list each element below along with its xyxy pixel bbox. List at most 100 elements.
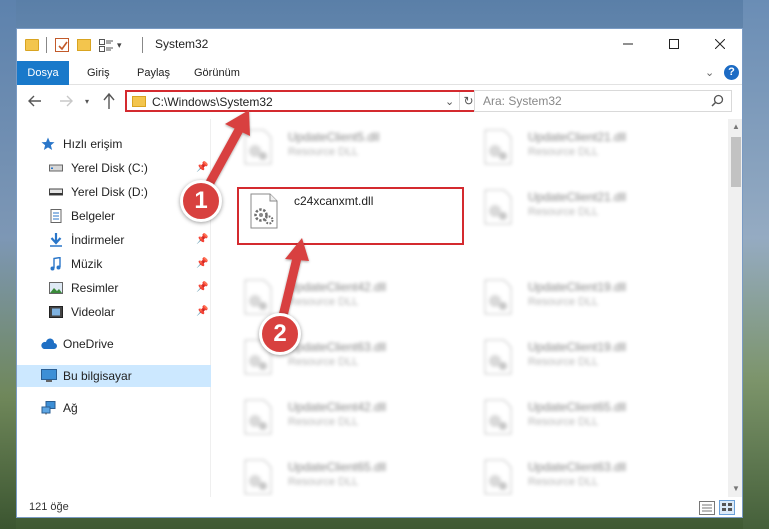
dll-file-icon — [482, 189, 514, 225]
dll-file-icon — [242, 399, 274, 435]
recent-locations-chevron-icon[interactable]: ▾ — [85, 97, 89, 106]
sidebar-item-label: Yerel Disk (D:) — [71, 185, 148, 199]
file-name: UpdateClient19.dll — [528, 340, 627, 354]
file-item[interactable]: UpdateClient21.dll Resource DLL — [474, 127, 704, 183]
search-input[interactable]: Ara: System32 — [474, 90, 732, 112]
desktop-background-left — [0, 0, 16, 529]
tiles-view-icon[interactable] — [719, 500, 735, 515]
file-name: UpdateClient42.dll — [288, 280, 387, 294]
file-type: Resource DLL — [288, 146, 359, 158]
customize-toolbar-chevron-icon[interactable]: ▾ — [117, 40, 122, 56]
pin-icon[interactable]: 📌 — [196, 162, 208, 173]
address-bar[interactable]: C:\Windows\System32 ⌄ ↻ — [125, 90, 477, 112]
pin-icon[interactable]: 📌 — [196, 258, 208, 269]
up-arrow-icon[interactable] — [102, 92, 116, 113]
forward-arrow-icon[interactable] — [59, 93, 73, 112]
folder-icon — [132, 96, 146, 107]
properties-check-icon[interactable] — [55, 38, 69, 52]
pin-icon[interactable]: 📌 — [196, 282, 208, 293]
file-type: Resource DLL — [528, 296, 599, 308]
sidebar-item-this-pc[interactable]: Bu bilgisayar — [17, 365, 211, 387]
scroll-up-arrow-icon[interactable]: ▲ — [728, 119, 742, 135]
help-icon[interactable]: ? — [724, 65, 739, 80]
sidebar-item-videos[interactable]: Videolar 📌 — [17, 301, 211, 323]
search-placeholder: Ara: System32 — [483, 94, 562, 108]
sidebar-item-music[interactable]: Müzik 📌 — [17, 253, 211, 275]
sidebar-item-pictures[interactable]: Resimler 📌 — [17, 277, 211, 299]
toolbar-separator — [46, 37, 47, 53]
minimize-button[interactable] — [605, 29, 651, 59]
file-item[interactable]: UpdateClient19.dll Resource DLL — [474, 337, 704, 393]
file-item[interactable]: UpdateClient63.dll Resource DLL — [474, 457, 704, 497]
sidebar-item-label: Yerel Disk (C:) — [71, 161, 148, 175]
tab-view[interactable]: Görünüm — [194, 61, 240, 85]
sidebar-item-onedrive[interactable]: OneDrive — [17, 333, 211, 355]
pin-icon[interactable]: 📌 — [196, 306, 208, 317]
music-icon — [49, 256, 63, 271]
cloud-icon — [41, 337, 57, 351]
properties-icon[interactable] — [99, 39, 113, 52]
title-bar: ▾ System32 — [17, 29, 742, 61]
sidebar-item-local-disk-c[interactable]: Yerel Disk (C:) 📌 — [17, 157, 211, 179]
ribbon-tabs: Dosya Giriş Paylaş Görünüm ⌄ ? — [17, 61, 742, 85]
dll-file-icon — [242, 459, 274, 495]
details-view-icon[interactable] — [699, 501, 715, 515]
navigation-pane: Hızlı erişim Yerel Disk (C:) 📌 Yerel Dis… — [17, 119, 211, 497]
close-button[interactable] — [697, 29, 742, 59]
address-history-chevron-icon[interactable]: ⌄ — [445, 95, 454, 108]
file-type: Resource DLL — [288, 296, 359, 308]
sidebar-item-label: Bu bilgisayar — [63, 369, 132, 383]
file-item[interactable]: UpdateClient65.dll Resource DLL — [234, 457, 464, 497]
file-item[interactable]: UpdateClient21.dll Resource DLL — [474, 187, 704, 243]
file-name: UpdateClient21.dll — [528, 190, 627, 204]
file-type: Resource DLL — [528, 356, 599, 368]
address-path[interactable]: C:\Windows\System32 — [152, 95, 273, 109]
file-list: UpdateClient5.dll Resource DLL c24xcanxm… — [212, 119, 728, 497]
file-item[interactable]: UpdateClient65.dll Resource DLL — [474, 397, 704, 453]
vertical-scrollbar[interactable]: ▲ ▼ — [728, 119, 742, 497]
sidebar-item-label: Ağ — [63, 401, 78, 415]
step-badge-2: 2 — [259, 313, 301, 355]
status-bar: 121 öğe — [17, 497, 742, 517]
scroll-thumb[interactable] — [731, 137, 741, 187]
selection-highlight-box — [237, 187, 464, 245]
dll-file-icon — [482, 459, 514, 495]
pin-icon[interactable]: 📌 — [196, 234, 208, 245]
file-type: Resource DLL — [288, 356, 359, 368]
file-name: UpdateClient5.dll — [288, 130, 380, 144]
dll-file-icon — [242, 279, 274, 315]
file-item[interactable]: UpdateClient5.dll Resource DLL — [234, 127, 464, 183]
search-icon[interactable] — [711, 94, 724, 110]
file-name: UpdateClient63.dll — [528, 460, 627, 474]
file-name: UpdateClient42.dll — [288, 400, 387, 414]
drive-icon — [49, 185, 63, 199]
back-arrow-icon[interactable] — [27, 93, 43, 112]
file-type: Resource DLL — [528, 206, 599, 218]
drive-icon — [49, 161, 63, 175]
maximize-button[interactable] — [651, 29, 697, 59]
sidebar-item-label: İndirmeler — [71, 233, 125, 247]
expand-ribbon-chevron-icon[interactable]: ⌄ — [705, 66, 714, 79]
file-item[interactable]: UpdateClient19.dll Resource DLL — [474, 277, 704, 333]
sidebar-item-network[interactable]: Ağ — [17, 397, 211, 419]
tab-file[interactable]: Dosya — [17, 61, 69, 85]
file-name: UpdateClient21.dll — [528, 130, 627, 144]
file-item[interactable]: UpdateClient42.dll Resource DLL — [234, 397, 464, 453]
tab-home[interactable]: Giriş — [87, 61, 110, 85]
sidebar-item-quick-access[interactable]: Hızlı erişim — [17, 133, 211, 155]
file-name: UpdateClient65.dll — [528, 400, 627, 414]
document-icon — [49, 209, 63, 223]
sidebar-item-downloads[interactable]: İndirmeler 📌 — [17, 229, 211, 251]
window-title: System32 — [155, 37, 209, 51]
scroll-down-arrow-icon[interactable]: ▼ — [728, 481, 742, 497]
dll-file-icon — [482, 399, 514, 435]
file-name: UpdateClient19.dll — [528, 280, 627, 294]
explorer-window: ▾ System32 Dosya Giriş Paylaş Görünüm ⌄ … — [16, 28, 743, 518]
toolbar-separator — [142, 37, 143, 53]
new-folder-icon[interactable] — [77, 39, 91, 51]
sidebar-item-label: Videolar — [71, 305, 115, 319]
file-name: UpdateClient63.dll — [288, 340, 387, 354]
tab-share[interactable]: Paylaş — [137, 61, 170, 85]
dll-file-icon — [482, 129, 514, 165]
sidebar-item-label: Resimler — [71, 281, 119, 295]
